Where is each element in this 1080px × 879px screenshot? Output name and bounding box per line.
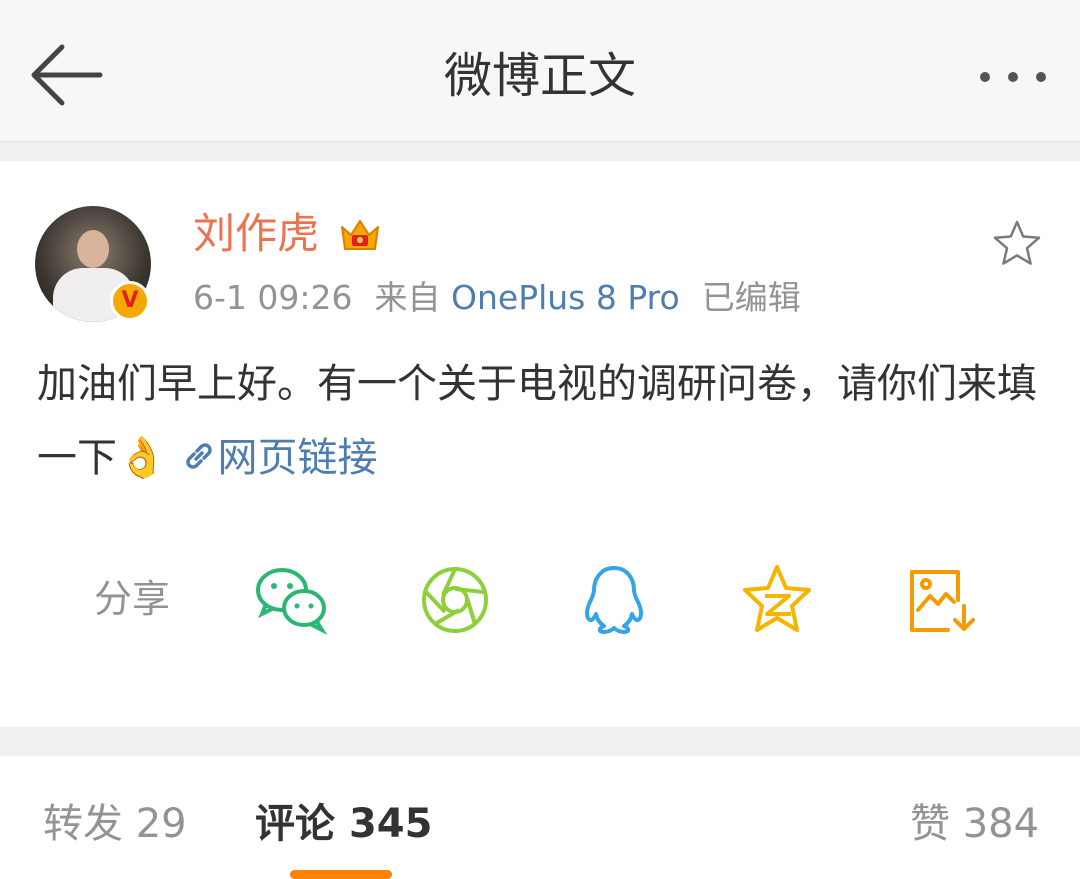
star-outline-icon[interactable] xyxy=(990,217,1044,271)
tab-likes-label: 赞 xyxy=(910,801,950,847)
share-row: 分享 xyxy=(0,556,1080,646)
tab-repost[interactable]: 转发 29 xyxy=(43,796,187,852)
source-device[interactable]: OnePlus 8 Pro xyxy=(451,278,680,317)
post-meta: 6-1 09:26 来自 OnePlus 8 Pro 已编辑 xyxy=(193,276,801,320)
page-title: 微博正文 xyxy=(443,48,636,104)
post-tabs: 转发 29 评论 345 赞 384 xyxy=(0,756,1080,879)
section-divider xyxy=(0,142,1080,161)
web-link[interactable]: 网页链接 xyxy=(180,435,378,481)
qzone-icon[interactable] xyxy=(737,562,817,638)
section-divider xyxy=(0,727,1080,756)
share-label: 分享 xyxy=(94,577,171,621)
edited-label: 已编辑 xyxy=(701,278,801,317)
post-time: 6-1 09:26 xyxy=(193,278,353,317)
tab-comments-count: 345 xyxy=(348,801,433,847)
moments-icon[interactable] xyxy=(415,562,495,638)
post-card: V 刘作虎 6-1 09:26 来自 OnePlus 8 Pro 已编辑 加油们早上… xyxy=(0,161,1080,727)
ok-hand-emoji: 👌 xyxy=(117,435,167,481)
save-image-icon[interactable] xyxy=(904,562,984,638)
tab-repost-label: 转发 xyxy=(43,801,123,847)
qq-icon[interactable] xyxy=(574,562,654,638)
tab-likes[interactable]: 赞 384 xyxy=(910,796,1039,852)
link-icon xyxy=(180,435,218,481)
tab-likes-count: 384 xyxy=(962,801,1040,847)
crown-icon[interactable] xyxy=(338,213,382,257)
post-text: 加油们早上好。有一个关于电视的调研问卷，请你们来填一下👌 网页链接 xyxy=(37,347,1047,495)
author-name[interactable]: 刘作虎 xyxy=(193,207,319,261)
active-tab-indicator xyxy=(290,870,392,879)
avatar-face xyxy=(77,230,109,268)
tab-repost-count: 29 xyxy=(135,801,187,847)
more-dots-icon[interactable] xyxy=(975,62,1055,92)
wechat-icon[interactable] xyxy=(252,562,332,638)
tab-comments[interactable]: 评论 345 xyxy=(255,796,432,852)
link-text: 网页链接 xyxy=(217,435,378,481)
source-prefix: 来自 xyxy=(374,278,441,317)
top-bar: 微博正文 xyxy=(0,0,1080,142)
verified-badge: V xyxy=(110,281,150,321)
tab-comments-label: 评论 xyxy=(255,801,335,847)
